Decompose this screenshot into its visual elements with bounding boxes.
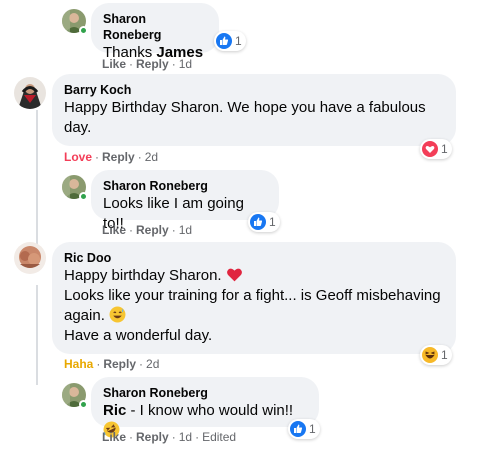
- love-link[interactable]: Love: [64, 150, 92, 164]
- timestamp[interactable]: 2d: [146, 357, 159, 371]
- red-heart-emoji-icon: [226, 268, 242, 282]
- reply-link[interactable]: Reply: [102, 150, 135, 164]
- online-status-dot: [79, 400, 88, 409]
- comment-bubble: Sharon Roneberg Thanks James: [91, 3, 219, 61]
- reply-link[interactable]: Reply: [136, 57, 169, 71]
- comment-actions: Haha · Reply · 2d: [64, 356, 159, 372]
- like-link[interactable]: Like: [102, 430, 126, 444]
- comment-author[interactable]: Sharon Roneberg: [103, 11, 207, 43]
- separator: ·: [129, 223, 134, 237]
- thread-line: [36, 110, 38, 260]
- comment-text-line: Happy Birthday Sharon. We hope you have …: [64, 99, 426, 116]
- comment-actions: Like · Reply · 1d: [102, 56, 192, 72]
- separator: ·: [129, 57, 134, 71]
- separator: ·: [171, 223, 176, 237]
- like-reaction-icon: [250, 214, 266, 230]
- thread-line: [36, 285, 38, 385]
- separator: ·: [139, 357, 144, 371]
- comment-text: Happy Birthday Sharon. We hope you have …: [64, 98, 444, 138]
- comment-text-body: - I know who would win!!: [126, 402, 294, 419]
- avatar[interactable]: [14, 242, 46, 274]
- like-reaction-icon: [216, 33, 232, 49]
- comment-actions: Like · Reply · 1d · Edited: [102, 429, 236, 445]
- reaction-count-number: 1: [309, 422, 316, 436]
- separator: ·: [195, 430, 200, 444]
- grinning-sweat-emoji-icon: [109, 306, 126, 323]
- timestamp[interactable]: 1d: [179, 223, 192, 237]
- comment-text-line: Looks like your training for a fight... …: [64, 287, 441, 304]
- like-link[interactable]: Like: [102, 57, 126, 71]
- edited-label[interactable]: Edited: [202, 430, 236, 444]
- reaction-count-number: 1: [441, 348, 448, 362]
- comment-bubble: Ric Doo Happy birthday Sharon. Looks lik…: [52, 242, 456, 354]
- reply-link[interactable]: Reply: [103, 357, 136, 371]
- comment-text-line: day.: [64, 119, 92, 136]
- comment-bubble: Sharon Roneberg Looks like I am going to…: [91, 170, 279, 232]
- reaction-count[interactable]: 1: [214, 31, 246, 51]
- timestamp[interactable]: 1d: [179, 430, 192, 444]
- reaction-count-number: 1: [441, 142, 448, 156]
- separator: ·: [137, 150, 142, 164]
- comment-text-line: again.: [64, 306, 444, 326]
- online-status-dot: [79, 26, 88, 35]
- reaction-count-number: 1: [235, 34, 242, 48]
- reaction-count[interactable]: 1: [248, 212, 280, 232]
- reaction-count-number: 1: [269, 215, 276, 229]
- mention-link[interactable]: Ric: [103, 402, 126, 419]
- comment-author[interactable]: Sharon Roneberg: [103, 385, 307, 401]
- comment-author[interactable]: Sharon Roneberg: [103, 178, 267, 194]
- haha-link[interactable]: Haha: [64, 357, 93, 371]
- comment-text: Happy birthday Sharon. Looks like your t…: [64, 266, 444, 346]
- timestamp[interactable]: 2d: [145, 150, 158, 164]
- online-status-dot: [79, 192, 88, 201]
- timestamp[interactable]: 1d: [179, 57, 192, 71]
- like-reaction-icon: [290, 421, 306, 437]
- comment-author[interactable]: Barry Koch: [64, 82, 444, 98]
- comment-text-body: Happy birthday Sharon.: [64, 267, 222, 284]
- comment-text-line: Happy birthday Sharon.: [64, 266, 444, 286]
- comment-actions: Love · Reply · 2d: [64, 149, 158, 165]
- separator: ·: [171, 57, 176, 71]
- comment-text-line: Have a wonderful day.: [64, 327, 213, 344]
- comment-author[interactable]: Ric Doo: [64, 250, 444, 266]
- comment-actions: Like · Reply · 1d: [102, 222, 192, 238]
- comment-bubble: Barry Koch Happy Birthday Sharon. We hop…: [52, 74, 456, 146]
- reaction-count[interactable]: 1: [420, 139, 452, 159]
- avatar[interactable]: [14, 77, 46, 109]
- reaction-count[interactable]: 1: [420, 345, 452, 365]
- separator: ·: [96, 357, 101, 371]
- reaction-count[interactable]: 1: [288, 419, 320, 439]
- reply-link[interactable]: Reply: [136, 223, 169, 237]
- haha-reaction-icon: [422, 347, 438, 363]
- comment-bubble: Sharon Roneberg Ric - I know who would w…: [91, 377, 319, 438]
- like-link[interactable]: Like: [102, 223, 126, 237]
- separator: ·: [171, 430, 176, 444]
- reply-link[interactable]: Reply: [136, 430, 169, 444]
- love-reaction-icon: [422, 141, 438, 157]
- separator: ·: [129, 430, 134, 444]
- comment-text-body: again.: [64, 307, 105, 324]
- separator: ·: [95, 150, 100, 164]
